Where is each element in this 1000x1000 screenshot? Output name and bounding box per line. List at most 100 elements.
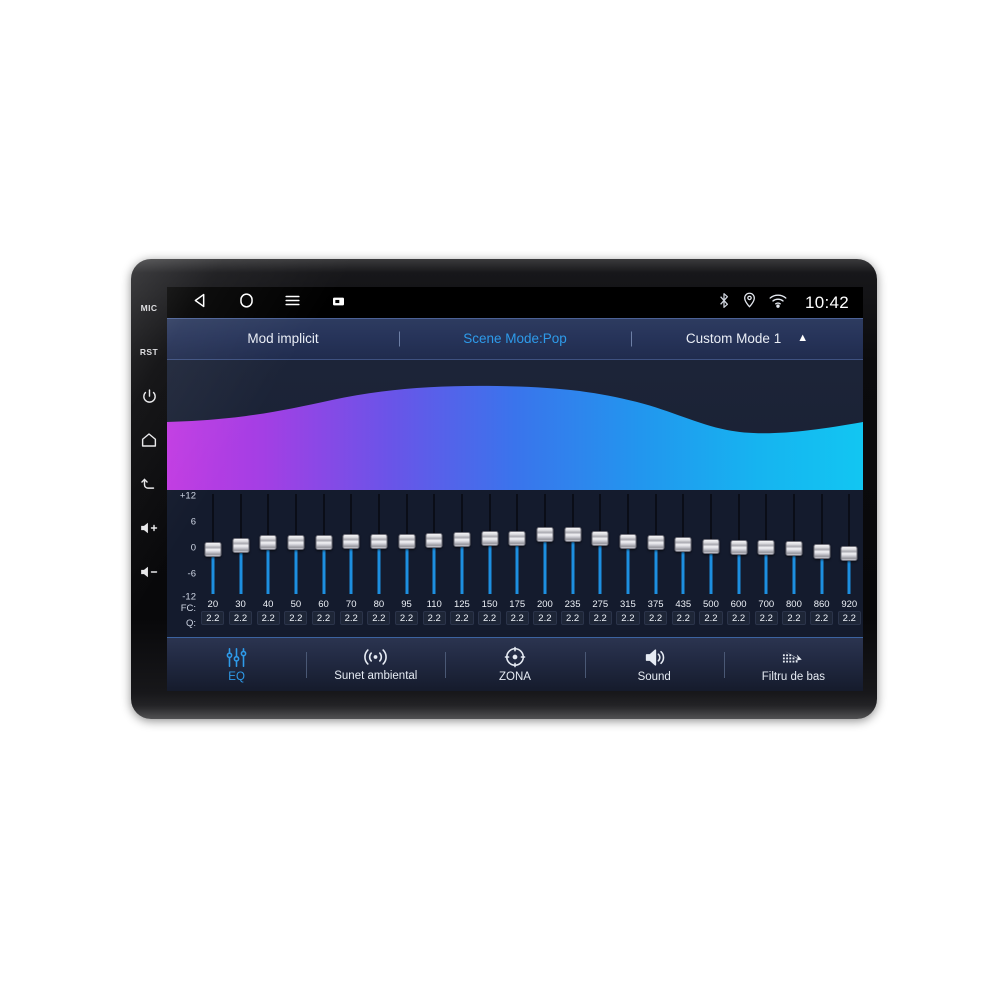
eq-slider[interactable] — [808, 490, 836, 598]
band-q-value[interactable]: 2.2 — [588, 611, 612, 625]
eq-slider[interactable] — [586, 490, 614, 598]
band-q-value[interactable]: 2.2 — [256, 611, 280, 625]
tab-bass-filter[interactable]: Filtru de bas — [724, 638, 863, 691]
eq-band[interactable]: 920 2.2 — [835, 490, 863, 637]
eq-band[interactable]: 40 2.2 — [254, 490, 282, 637]
nav-screenshot-button[interactable] — [315, 287, 361, 318]
volume-down-button[interactable] — [132, 550, 166, 594]
eq-slider[interactable] — [642, 490, 670, 598]
home-button[interactable] — [132, 418, 166, 462]
eq-slider[interactable] — [337, 490, 365, 598]
eq-slider[interactable] — [393, 490, 421, 598]
eq-band[interactable]: 30 2.2 — [227, 490, 255, 637]
eq-band[interactable]: 125 2.2 — [448, 490, 476, 637]
slider-thumb[interactable] — [481, 531, 499, 547]
band-q-value[interactable]: 2.2 — [810, 611, 834, 625]
eq-band[interactable]: 80 2.2 — [365, 490, 393, 637]
slider-thumb[interactable] — [508, 530, 526, 546]
eq-slider[interactable] — [476, 490, 504, 598]
chevron-up-icon[interactable]: ▲ — [797, 333, 808, 344]
slider-thumb[interactable] — [259, 535, 277, 551]
band-q-value[interactable]: 2.2 — [837, 611, 861, 625]
slider-thumb[interactable] — [204, 542, 222, 558]
back-button[interactable] — [132, 462, 166, 506]
tab-sound[interactable]: Sound — [585, 638, 724, 691]
eq-band[interactable]: 315 2.2 — [614, 490, 642, 637]
slider-thumb[interactable] — [370, 533, 388, 549]
slider-thumb[interactable] — [674, 537, 692, 553]
nav-home-button[interactable] — [223, 287, 269, 318]
band-q-value[interactable]: 2.2 — [477, 611, 502, 625]
eq-band[interactable]: 110 2.2 — [420, 490, 448, 637]
slider-thumb[interactable] — [536, 526, 554, 542]
eq-band[interactable]: 60 2.2 — [310, 490, 338, 637]
slider-thumb[interactable] — [315, 534, 333, 550]
band-q-value[interactable]: 2.2 — [422, 611, 446, 625]
band-q-value[interactable]: 2.2 — [228, 611, 253, 625]
slider-thumb[interactable] — [232, 538, 249, 554]
eq-slider[interactable] — [199, 490, 227, 598]
power-button[interactable] — [132, 374, 166, 418]
volume-up-button[interactable] — [132, 506, 166, 550]
band-q-value[interactable]: 2.2 — [671, 611, 695, 625]
band-q-value[interactable]: 2.2 — [754, 611, 778, 625]
eq-band[interactable]: 600 2.2 — [725, 490, 753, 637]
eq-slider[interactable] — [365, 490, 393, 598]
eq-band[interactable]: 50 2.2 — [282, 490, 310, 637]
band-q-value[interactable]: 2.2 — [284, 611, 308, 625]
mode-scene-button[interactable]: Scene Mode:Pop — [399, 318, 631, 359]
band-q-value[interactable]: 2.2 — [450, 611, 474, 625]
slider-thumb[interactable] — [813, 544, 831, 560]
band-q-value[interactable]: 2.2 — [616, 611, 640, 625]
eq-slider[interactable] — [614, 490, 642, 598]
eq-band[interactable]: 860 2.2 — [808, 490, 836, 637]
eq-band[interactable]: 275 2.2 — [586, 490, 614, 637]
eq-slider[interactable] — [420, 490, 448, 598]
nav-back-button[interactable] — [177, 287, 223, 318]
band-q-value[interactable]: 2.2 — [394, 611, 419, 625]
slider-thumb[interactable] — [730, 539, 748, 555]
slider-thumb[interactable] — [342, 534, 360, 550]
band-q-value[interactable]: 2.2 — [201, 611, 225, 625]
eq-band[interactable]: 200 2.2 — [531, 490, 559, 637]
eq-slider[interactable] — [531, 490, 559, 598]
slider-thumb[interactable] — [840, 546, 858, 562]
eq-slider[interactable] — [254, 490, 282, 598]
eq-slider[interactable] — [559, 490, 587, 598]
nav-menu-button[interactable] — [269, 287, 315, 318]
eq-band[interactable]: 70 2.2 — [337, 490, 365, 637]
eq-slider[interactable] — [697, 490, 725, 598]
eq-band[interactable]: 375 2.2 — [642, 490, 670, 637]
eq-band[interactable]: 95 2.2 — [393, 490, 421, 637]
band-q-value[interactable]: 2.2 — [726, 611, 751, 625]
eq-slider[interactable] — [669, 490, 697, 598]
slider-thumb[interactable] — [453, 532, 471, 548]
slider-thumb[interactable] — [564, 527, 582, 543]
eq-slider[interactable] — [282, 490, 310, 598]
tab-eq[interactable]: EQ — [167, 638, 306, 691]
mode-default-button[interactable]: Mod implicit — [167, 318, 399, 359]
eq-band[interactable]: 435 2.2 — [669, 490, 697, 637]
band-q-value[interactable]: 2.2 — [533, 611, 557, 625]
eq-slider[interactable] — [752, 490, 780, 598]
slider-thumb[interactable] — [287, 534, 305, 550]
slider-thumb[interactable] — [619, 533, 637, 549]
mic-button[interactable]: MIC — [132, 286, 166, 330]
band-q-value[interactable]: 2.2 — [367, 611, 391, 625]
eq-slider[interactable] — [310, 490, 338, 598]
band-q-value[interactable]: 2.2 — [311, 611, 336, 625]
slider-thumb[interactable] — [591, 530, 609, 546]
tab-zone[interactable]: ZONA — [445, 638, 584, 691]
mode-custom-button[interactable]: Custom Mode 1 ▲ — [631, 318, 863, 359]
band-q-value[interactable]: 2.2 — [782, 611, 806, 625]
slider-thumb[interactable] — [398, 533, 416, 549]
eq-band[interactable]: 175 2.2 — [503, 490, 531, 637]
eq-band[interactable]: 20 2.2 — [199, 490, 227, 637]
eq-slider[interactable] — [780, 490, 808, 598]
eq-slider[interactable] — [725, 490, 753, 598]
tab-surround[interactable]: Sunet ambiental — [306, 638, 445, 691]
eq-band[interactable]: 700 2.2 — [752, 490, 780, 637]
band-q-value[interactable]: 2.2 — [643, 611, 668, 625]
band-q-value[interactable]: 2.2 — [339, 611, 363, 625]
eq-slider[interactable] — [448, 490, 476, 598]
